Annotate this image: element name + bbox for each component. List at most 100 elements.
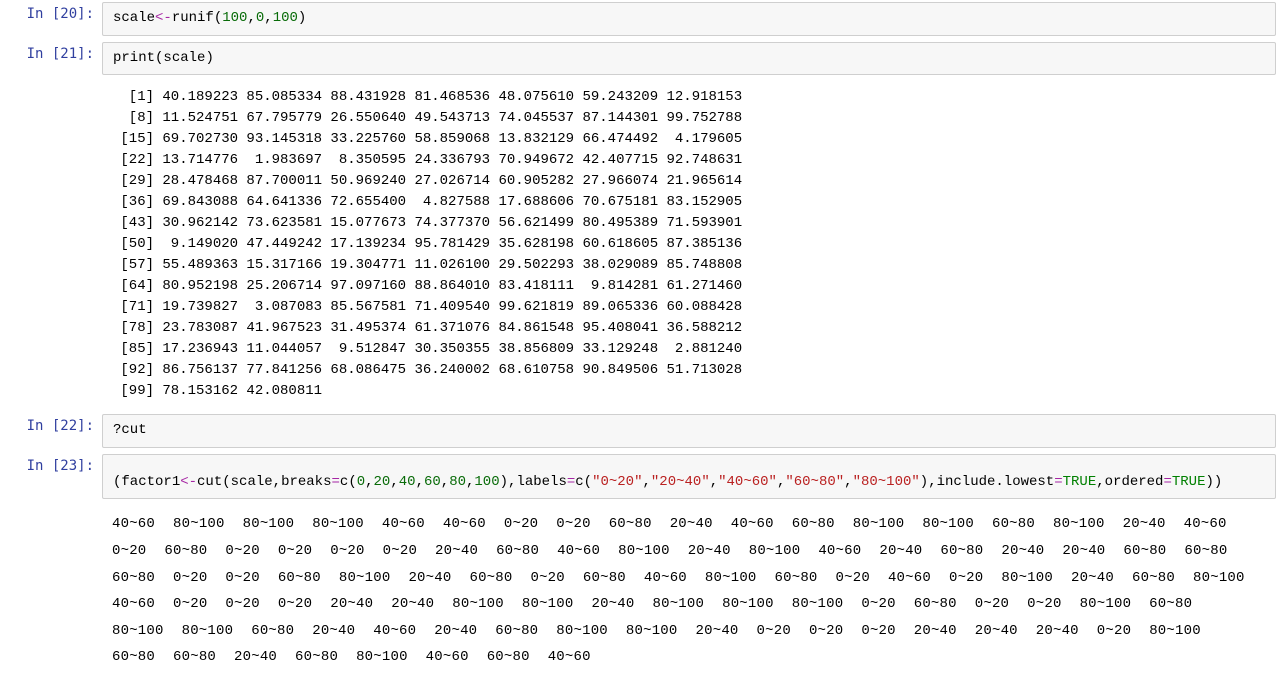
code-token: 100 <box>222 10 247 26</box>
factor-level: 80~100 <box>312 511 364 538</box>
code-token: 100 <box>273 10 298 26</box>
factor-level: 60~80 <box>914 591 957 618</box>
code-token: include.lowest <box>937 474 1055 490</box>
code-input-22[interactable]: ?cut <box>102 414 1276 448</box>
factor-level: 60~80 <box>775 565 818 592</box>
factor-level: 80~100 <box>1149 618 1201 645</box>
factor-level: 0~20 <box>530 565 564 592</box>
code-token: scale <box>231 474 273 490</box>
factor-level: 80~100 <box>705 565 757 592</box>
factor-level: 60~80 <box>583 565 626 592</box>
factor-level: 20~40 <box>914 618 957 645</box>
factor-level: 40~60 <box>112 511 155 538</box>
factor-level: 80~100 <box>922 511 974 538</box>
factor-level: 0~20 <box>949 565 983 592</box>
code-cell-23: In [23]: (factor1<-cut(scale,breaks=c(0,… <box>0 452 1280 502</box>
code-input-20[interactable]: scale<-runif(100,0,100) <box>102 2 1276 36</box>
code-token: scale <box>163 50 205 66</box>
factor-level: 60~80 <box>1184 538 1227 565</box>
factor-level: 0~20 <box>836 565 870 592</box>
code-token: 60 <box>424 474 441 490</box>
factor-level: 60~80 <box>173 644 216 671</box>
code-token: breaks <box>281 474 331 490</box>
factor-level: 20~40 <box>234 644 277 671</box>
prompt-label: In [22]: <box>4 414 102 448</box>
code-token: ) <box>1205 474 1213 490</box>
factor-level: 0~20 <box>975 591 1009 618</box>
code-input-21[interactable]: print(scale) <box>102 42 1276 76</box>
code-token: , <box>247 10 255 26</box>
factor-level: 20~40 <box>975 618 1018 645</box>
code-token: 40 <box>399 474 416 490</box>
code-token: = <box>567 474 575 490</box>
factor-level: 60~80 <box>609 511 652 538</box>
factor-level: 20~40 <box>1071 565 1114 592</box>
output-prompt-blank <box>4 81 102 408</box>
factor-level: 0~20 <box>504 511 538 538</box>
factor-level: 20~40 <box>688 538 731 565</box>
code-token: labels <box>516 474 566 490</box>
factor-level: 0~20 <box>112 538 146 565</box>
factor-level: 60~80 <box>164 538 207 565</box>
factor-level: 80~100 <box>339 565 391 592</box>
factor-level: 40~60 <box>426 644 469 671</box>
factor-level: 20~40 <box>591 591 634 618</box>
factor-level: 20~40 <box>1036 618 1079 645</box>
factor-level: 80~100 <box>356 644 408 671</box>
code-token: 20 <box>374 474 391 490</box>
code-token: , <box>416 474 424 490</box>
factor-level: 80~100 <box>722 591 774 618</box>
factor-level: 80~100 <box>749 538 801 565</box>
factor-level: 40~60 <box>548 644 591 671</box>
factor-level: 40~60 <box>382 511 425 538</box>
factor-level: 0~20 <box>278 591 312 618</box>
factor-level: 40~60 <box>888 565 931 592</box>
factor-level: 60~80 <box>940 538 983 565</box>
factor-level: 60~80 <box>295 644 338 671</box>
code-token: ( <box>348 474 356 490</box>
factor-level: 20~40 <box>312 618 355 645</box>
factor-level: 40~60 <box>557 538 600 565</box>
factor-level: 20~40 <box>1062 538 1105 565</box>
code-token: 80 <box>449 474 466 490</box>
factor-level: 80~100 <box>182 618 234 645</box>
code-cell-22: In [22]: ?cut <box>0 412 1280 450</box>
factor-level: 20~40 <box>670 511 713 538</box>
factor-level: 0~20 <box>1097 618 1131 645</box>
factor-level: 20~40 <box>696 618 739 645</box>
code-token: ?cut <box>113 422 147 438</box>
factor-level: 80~100 <box>1080 591 1132 618</box>
code-token: ( <box>214 10 222 26</box>
factor-level: 40~60 <box>644 565 687 592</box>
factor-level: 60~80 <box>792 511 835 538</box>
prompt-label: In [23]: <box>4 454 102 500</box>
factor-level: 0~20 <box>383 538 417 565</box>
code-token: ) <box>920 474 928 490</box>
code-token: cut <box>197 474 222 490</box>
factor-level: 0~20 <box>225 591 259 618</box>
factor-level: 0~20 <box>225 538 259 565</box>
code-token: , <box>390 474 398 490</box>
code-input-23[interactable]: (factor1<-cut(scale,breaks=c(0,20,40,60,… <box>102 454 1276 500</box>
factor-level: 60~80 <box>278 565 321 592</box>
code-token: ) <box>205 50 213 66</box>
factor-level: 0~20 <box>556 511 590 538</box>
factor-level: 80~100 <box>243 511 295 538</box>
code-token: print <box>113 50 155 66</box>
factor-level: 60~80 <box>469 565 512 592</box>
factor-level: 80~100 <box>1001 565 1053 592</box>
factor-level: 40~60 <box>731 511 774 538</box>
factor-level: 0~20 <box>861 591 895 618</box>
code-token: ) <box>1214 474 1222 490</box>
factor-level: 0~20 <box>278 538 312 565</box>
factor-level: 20~40 <box>434 618 477 645</box>
prompt-label: In [21]: <box>4 42 102 76</box>
factor-level: 80~100 <box>173 511 225 538</box>
code-token: 0 <box>357 474 365 490</box>
code-token: "60~80" <box>785 474 844 490</box>
output-levels-23: 40~6080~10080~10080~10040~6040~600~200~2… <box>102 505 1276 677</box>
factor-level: 80~100 <box>1053 511 1105 538</box>
code-token: "0~20" <box>592 474 642 490</box>
factor-level: 60~80 <box>495 618 538 645</box>
factor-level: 60~80 <box>112 565 155 592</box>
